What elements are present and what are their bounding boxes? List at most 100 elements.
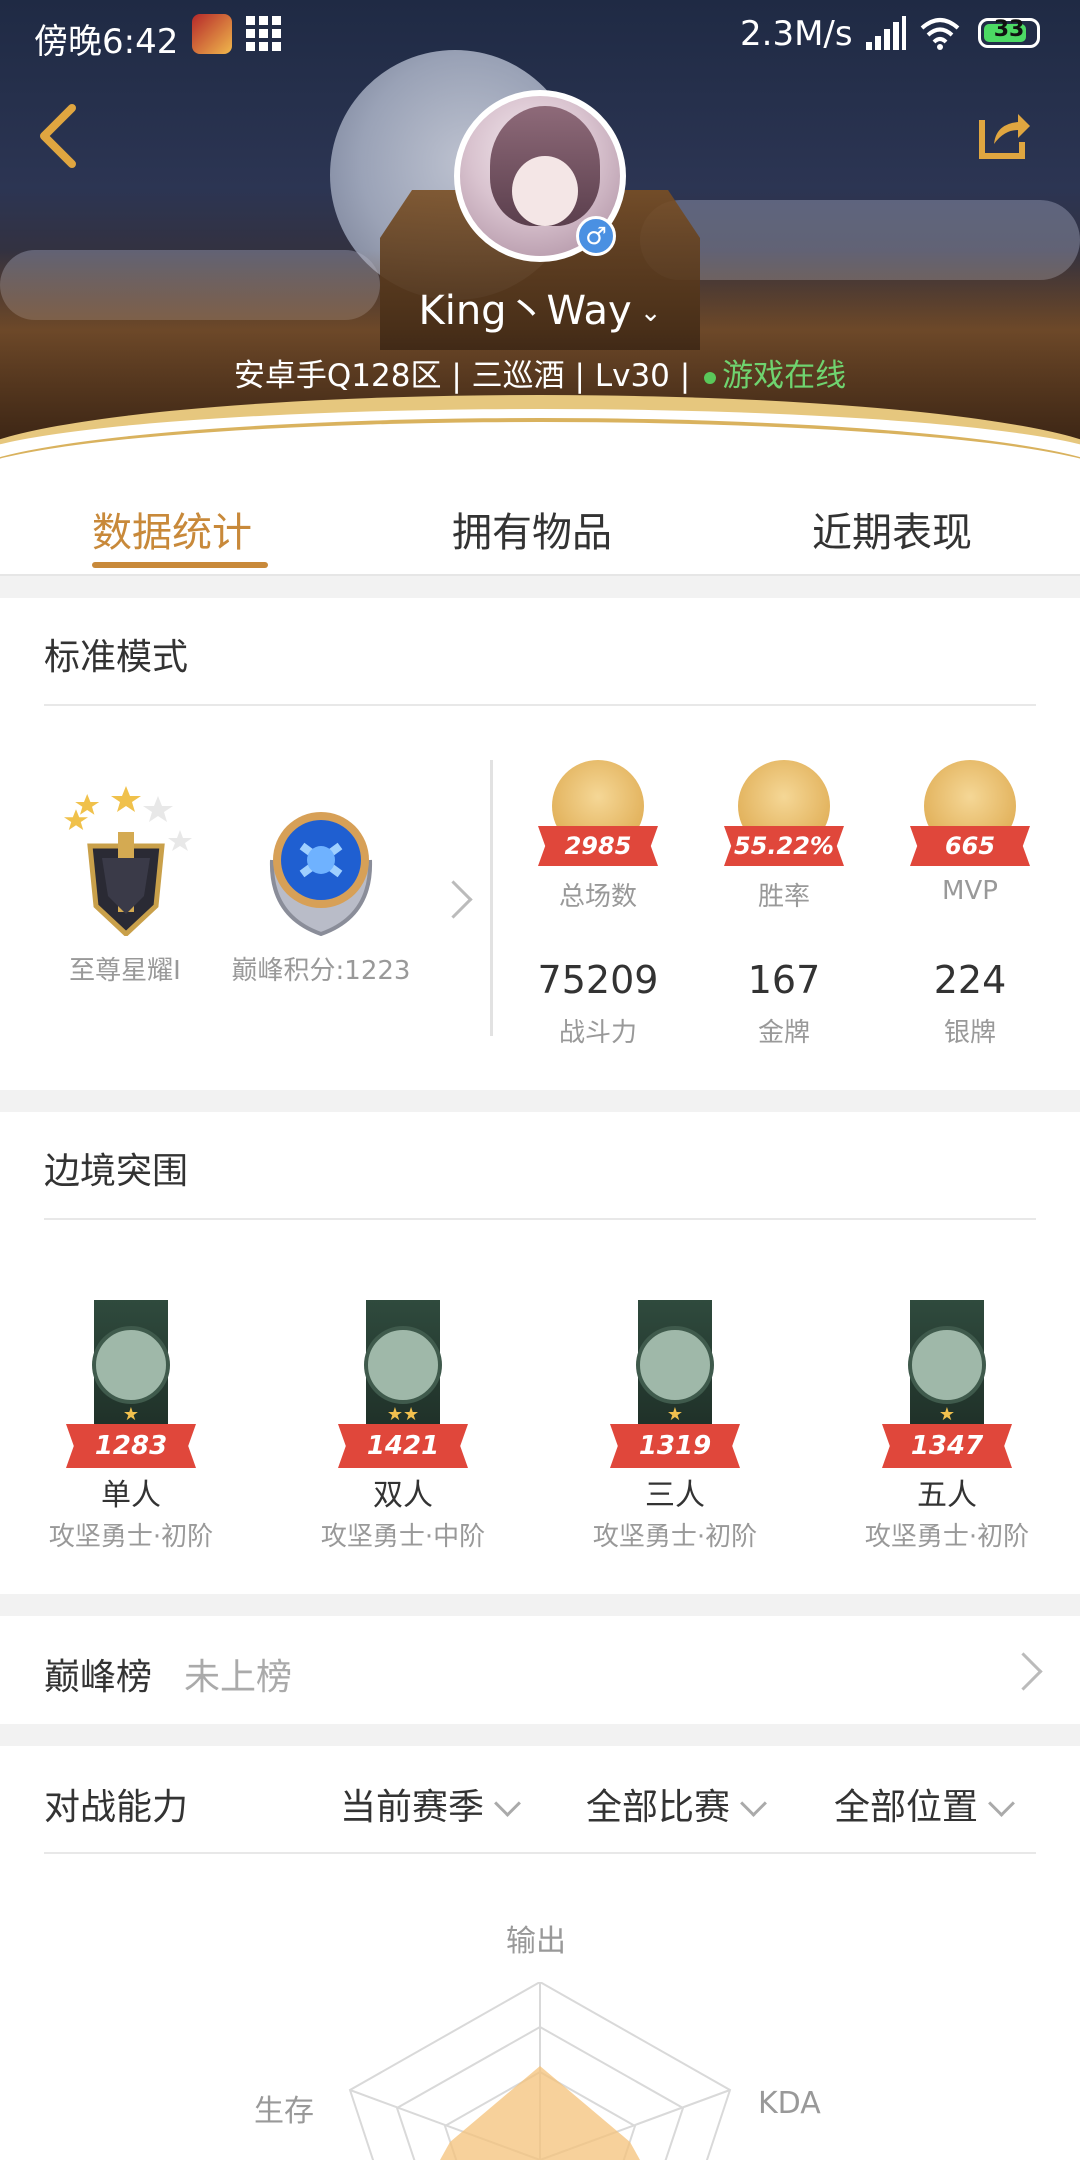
duo-mode-rank: 攻坚勇士·中阶 <box>320 1522 486 1552</box>
peak-score: 巅峰积分:1223 <box>231 956 411 986</box>
nickname: 三巡酒 <box>471 358 565 394</box>
peak-emblem-icon[interactable] <box>262 806 380 936</box>
battery-icon: 33 <box>978 17 1040 48</box>
radar-label-output: 输出 <box>506 1924 566 1959</box>
silver-medal-label: 银牌 <box>943 1018 996 1048</box>
back-arrow-icon[interactable] <box>34 100 84 170</box>
status-bar: 傍晚6:42 2.3M/s 33 <box>0 0 1080 70</box>
online-dot-icon <box>704 371 717 384</box>
peak-board-row[interactable]: 巅峰榜 未上榜 <box>0 1616 1080 1724</box>
status-time: 傍晚6:42 <box>34 22 179 62</box>
match-filter[interactable]: 全部比赛 <box>586 1778 767 1830</box>
male-gender-icon: ♂ <box>576 216 616 256</box>
online-status: 游戏在线 <box>722 358 847 394</box>
active-tab-indicator <box>92 562 268 568</box>
total-games-value: 2985 <box>538 826 658 866</box>
divider <box>44 704 1036 706</box>
season-filter[interactable]: 当前赛季 <box>340 1778 521 1830</box>
tab-recent-performance[interactable]: 近期表现 <box>812 500 972 558</box>
gold-medal-label: 金牌 <box>757 1018 810 1048</box>
peak-board-label: 巅峰榜 <box>44 1657 153 1698</box>
divider <box>44 1852 1036 1854</box>
separator: | <box>574 358 585 394</box>
rank-stars: ★ <box>938 1404 956 1425</box>
player-level: Lv30 <box>594 358 670 394</box>
mvp-value: 665 <box>910 826 1030 866</box>
network-speed: 2.3M/s <box>740 14 853 54</box>
total-games-label: 总场数 <box>558 882 637 912</box>
trio-mode-badge[interactable]: ★ 1319 <box>610 1300 740 1470</box>
rank-shield-icon <box>364 1326 442 1404</box>
trio-score: 1319 <box>610 1424 740 1468</box>
chevron-down-icon <box>740 1790 767 1817</box>
mvp-medal: 665 <box>910 760 1030 870</box>
mvp-label: MVP <box>942 876 998 906</box>
section-title-battle-ability: 对战能力 <box>44 1787 189 1828</box>
five-mode-name: 五人 <box>917 1478 977 1513</box>
username-row[interactable]: King丶Way ⌄ <box>0 278 1080 336</box>
rank-shield-icon <box>92 1326 170 1404</box>
season-filter-label: 当前赛季 <box>340 1787 485 1828</box>
five-score: 1347 <box>882 1424 1012 1468</box>
total-games-medal: 2985 <box>538 760 658 870</box>
divider <box>44 1218 1036 1220</box>
radar-fill-area <box>440 2066 640 2160</box>
position-filter-label: 全部位置 <box>834 1787 979 1828</box>
solo-score: 1283 <box>66 1424 196 1468</box>
position-filter[interactable]: 全部位置 <box>834 1778 1015 1830</box>
radar-chart <box>348 1982 732 2160</box>
trio-mode-name: 三人 <box>645 1478 705 1513</box>
match-filter-label: 全部比赛 <box>586 1787 731 1828</box>
chevron-down-icon <box>988 1790 1015 1817</box>
combat-power-label: 战斗力 <box>558 1018 637 1048</box>
separator: | <box>679 358 691 394</box>
section-title-standard-mode: 标准模式 <box>44 637 189 678</box>
five-mode-rank: 攻坚勇士·初阶 <box>864 1522 1030 1552</box>
solo-mode-rank: 攻坚勇士·初阶 <box>48 1522 214 1552</box>
rank-emblem-icon[interactable] <box>60 786 192 936</box>
trio-mode-rank: 攻坚勇士·初阶 <box>592 1522 758 1552</box>
duo-score: 1421 <box>338 1424 468 1468</box>
section-title-border-breakthrough: 边境突围 <box>44 1151 189 1192</box>
rank-shield-icon <box>908 1326 986 1404</box>
rank-shield-icon <box>636 1326 714 1404</box>
five-mode-badge[interactable]: ★ 1347 <box>882 1300 1012 1470</box>
battle-ability-card: 对战能力 当前赛季 全部比赛 全部位置 输出 生存 KDA <box>0 1746 1080 2160</box>
rank-name: 至尊星耀I <box>69 956 181 986</box>
profile-subline: 安卓手Q128区 | 三巡酒 | Lv30 | 游戏在线 <box>0 350 1080 395</box>
chevron-down-icon: ⌄ <box>639 298 662 328</box>
share-icon[interactable] <box>976 106 1032 162</box>
combat-power-value: 75209 <box>537 958 659 1002</box>
avatar-face <box>512 156 578 226</box>
peak-board-value: 未上榜 <box>184 1657 293 1698</box>
grid-apps-icon <box>246 16 281 51</box>
solo-mode-badge[interactable]: ★ 1283 <box>66 1300 196 1470</box>
win-rate-label: 胜率 <box>757 882 810 912</box>
solo-mode-name: 单人 <box>101 1478 161 1513</box>
rank-stars: ★ <box>122 1404 140 1425</box>
radar-label-survival: 生存 <box>254 2094 314 2129</box>
tabs-divider <box>0 574 1080 576</box>
tab-owned-items[interactable]: 拥有物品 <box>452 500 612 558</box>
wifi-icon <box>920 18 960 50</box>
rank-stars: ★★ <box>386 1404 420 1425</box>
win-rate-value: 55.22% <box>724 826 844 866</box>
duo-mode-name: 双人 <box>373 1478 433 1513</box>
radar-label-kda: KDA <box>758 2086 821 2121</box>
tab-data-stats[interactable]: 数据统计 <box>92 500 252 558</box>
username: King丶Way <box>418 288 632 334</box>
silver-medal-value: 224 <box>933 958 1007 1002</box>
cell-signal-icon <box>866 16 906 50</box>
server-name: 安卓手Q128区 <box>233 358 442 394</box>
win-rate-medal: 55.22% <box>724 760 844 870</box>
chevron-right-icon <box>1004 1652 1043 1691</box>
app-notification-icon <box>192 14 232 54</box>
chevron-down-icon <box>494 1790 521 1817</box>
rank-stars: ★ <box>666 1404 684 1425</box>
duo-mode-badge[interactable]: ★★ 1421 <box>338 1300 468 1470</box>
gold-medal-value: 167 <box>747 958 821 1002</box>
battery-level: 33 <box>993 17 1025 42</box>
vertical-divider <box>490 760 493 1036</box>
separator: | <box>451 358 462 394</box>
tab-bar: 数据统计 拥有物品 近期表现 <box>0 480 1080 576</box>
